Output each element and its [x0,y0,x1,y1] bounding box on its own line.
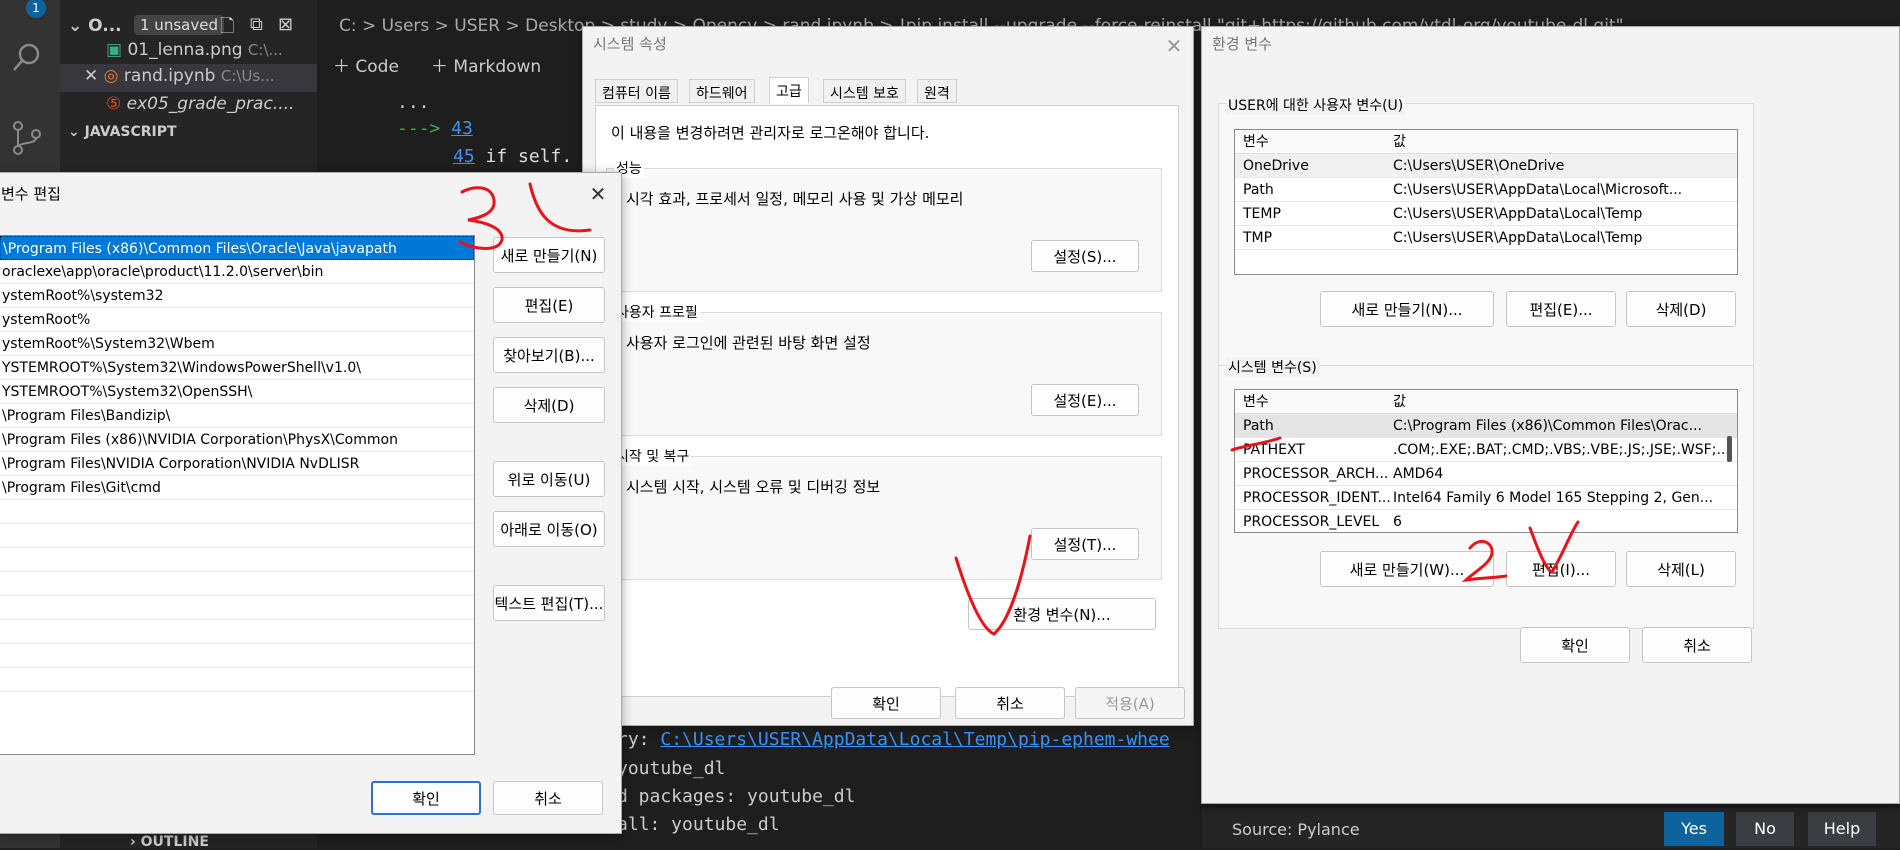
annotation-underline [1230,436,1282,452]
annotation-check-mark [954,534,1032,636]
handwritten-annotations [458,182,1580,636]
annotation-check-mark [528,182,592,233]
annotation-check-mark [1528,520,1580,574]
annotation-three-mark [458,186,504,250]
annotation-two-mark [1461,540,1508,583]
